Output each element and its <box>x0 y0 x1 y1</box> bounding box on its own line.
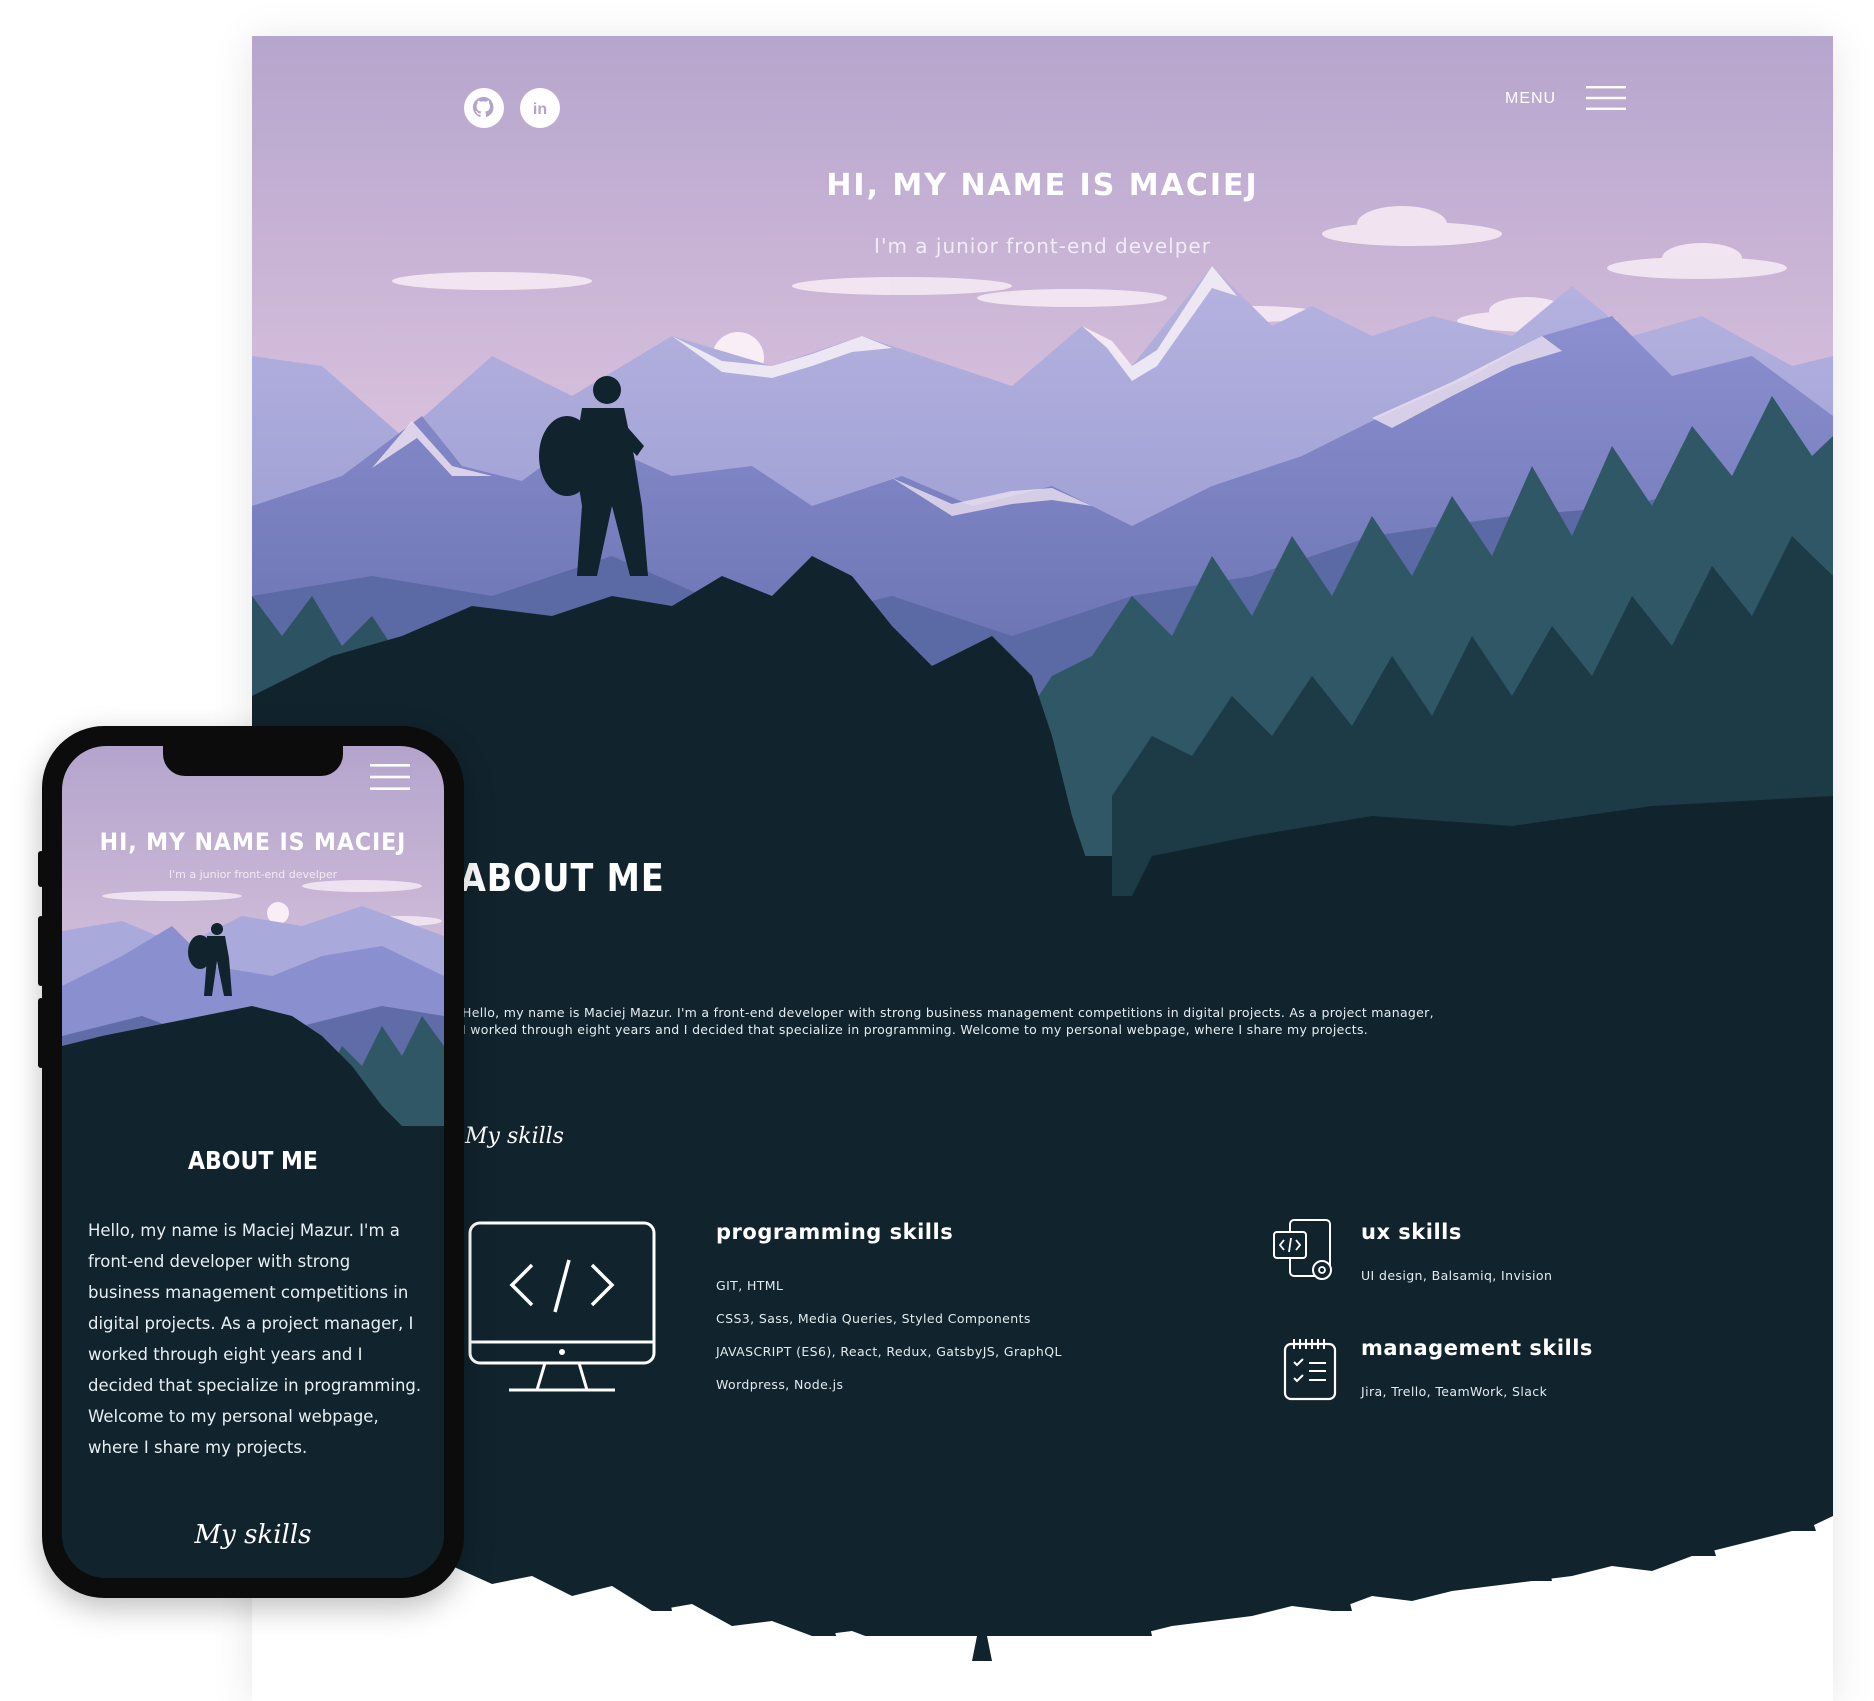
about-paragraph: Hello, my name is Maciej Mazur. I'm a fr… <box>462 1004 1562 1038</box>
ux-skills-heading: ux skills <box>1361 1220 1462 1244</box>
phone-side-button <box>38 998 44 1068</box>
programming-skill-item: GIT, HTML <box>716 1278 784 1293</box>
monitor-code-icon <box>468 1221 656 1392</box>
programming-skill-item: JAVASCRIPT (ES6), React, Redux, GatsbyJS… <box>716 1344 1062 1359</box>
programming-skills-heading: programming skills <box>716 1220 954 1244</box>
management-skill-item: Jira, Trello, TeamWork, Slack <box>1361 1384 1548 1399</box>
about-paragraph-line: Hello, my name is Maciej Mazur. I'm a fr… <box>462 1005 1434 1020</box>
programming-skill-item: Wordpress, Node.js <box>716 1377 844 1392</box>
ux-skill-item: UI design, Balsamiq, Invision <box>1361 1268 1553 1283</box>
hamburger-menu-icon[interactable] <box>1586 85 1626 111</box>
devices-settings-icon <box>1273 1219 1332 1280</box>
mobile-hero-subtitle: I'm a junior front-end develper <box>168 868 338 881</box>
checklist-notepad-icon <box>1283 1339 1337 1401</box>
github-icon[interactable] <box>464 88 504 128</box>
skills-title: My skills <box>465 1124 564 1149</box>
about-title: ABOUT ME <box>460 856 665 900</box>
menu-label[interactable]: MENU <box>1505 90 1556 108</box>
phone-notch <box>163 746 343 776</box>
mobile-about-paragraph: Hello, my name is Maciej Mazur. I'm a fr… <box>88 1221 422 1457</box>
linkedin-icon[interactable]: in <box>520 88 560 128</box>
programming-skill-item: CSS3, Sass, Media Queries, Styled Compon… <box>716 1311 1031 1326</box>
hamburger-menu-icon[interactable] <box>370 763 410 791</box>
phone-screen: HI, MY NAME IS MACIEJ I'm a junior front… <box>62 746 444 1578</box>
about-paragraph-line: I worked through eight years and I decid… <box>462 1022 1369 1037</box>
mobile-hero-title: HI, MY NAME IS MACIEJ <box>99 828 407 856</box>
mobile-about-title: ABOUT ME <box>188 1146 318 1175</box>
phone-side-button <box>38 851 44 887</box>
phone-mockup: HI, MY NAME IS MACIEJ I'm a junior front… <box>38 726 464 1598</box>
hero-subtitle: I'm a junior front-end develper <box>874 234 1211 258</box>
management-skills-heading: management skills <box>1361 1336 1593 1360</box>
phone-side-button <box>38 916 44 986</box>
hero-title: HI, MY NAME IS MACIEJ <box>826 168 1259 203</box>
mobile-skills-title: My skills <box>194 1520 312 1550</box>
svg-text:in: in <box>533 101 547 118</box>
desktop-page: in MENU HI, MY NAME IS MACIEJ I'm a juni… <box>252 36 1833 1701</box>
